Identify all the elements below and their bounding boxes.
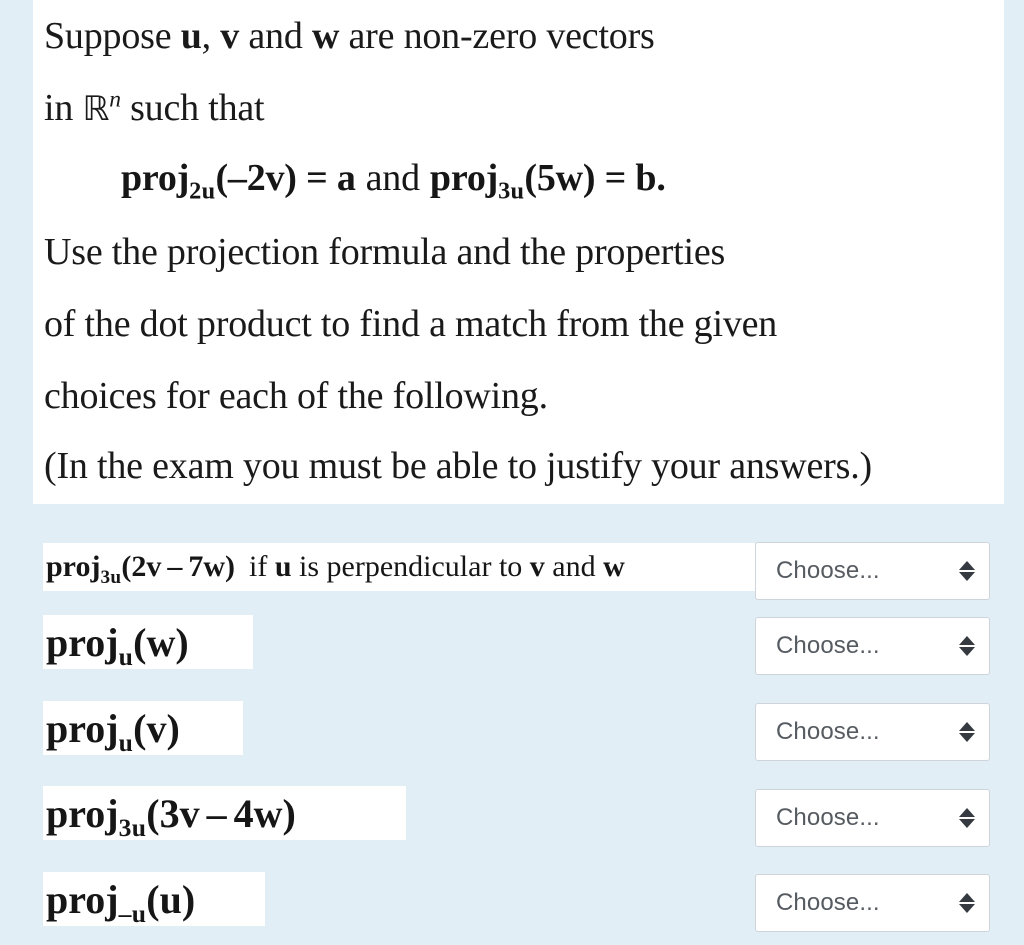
prompt-line-4: Use the projection formula and the prope… [44, 231, 726, 273]
question-label: proj3u(2v –7w) if u is perpendicular to v… [43, 543, 755, 591]
prompt-text: Suppose [44, 15, 181, 57]
vector-v: v [220, 15, 240, 57]
equals-sign: = [595, 157, 636, 199]
question-formula: proju(v) [46, 705, 180, 755]
answer-select-q2[interactable]: Choose... [755, 617, 990, 675]
proj-subscript: 3u [100, 567, 122, 588]
prompt-line-5: of the dot product to find a match from … [44, 303, 778, 345]
arg-open: (3 [146, 790, 180, 836]
proj-operator: proj [46, 790, 119, 836]
prompt-line-6: choices for each of the following. [44, 375, 548, 417]
minus-sign: – [206, 790, 227, 836]
arg-close: ) [282, 790, 296, 836]
prompt-text: in [44, 87, 83, 129]
minus-sign: – [167, 550, 183, 583]
proj-operator: proj [46, 705, 119, 751]
prompt-text: such that [120, 87, 265, 129]
given-formula: proj2u(–2v) = a and proj3u(5w) = b. [121, 157, 666, 203]
proj-subscript: 3u [498, 177, 525, 205]
condition-text: is perpendicular to [291, 550, 530, 583]
prompt-text: , [201, 15, 221, 57]
answer-select-q5[interactable]: Choose... [755, 874, 990, 932]
condition-text: and [544, 550, 604, 583]
question-label: proj–u(u) [43, 872, 265, 926]
updown-arrows-icon [959, 558, 975, 584]
arg-open: ( [133, 619, 147, 665]
updown-arrows-icon [959, 633, 975, 659]
proj-subscript: 3u [118, 812, 147, 840]
prompt-line-7: (In the exam you must be able to justify… [44, 445, 872, 487]
real-numbers-symbol: ℝ [82, 89, 110, 129]
arg-close: ) [166, 705, 180, 751]
vector-w: w [203, 550, 225, 583]
arg-close: ) [225, 550, 235, 583]
proj-subscript: u [118, 727, 134, 755]
proj-subscript: 2u [189, 177, 216, 205]
arg-open: (2 [121, 550, 147, 583]
question-formula: proj3u(2v –7w) [46, 550, 235, 587]
updown-arrows-icon [959, 719, 975, 745]
select-value: Choose... [776, 718, 880, 745]
proj-subscript: –u [118, 898, 147, 926]
proj-argument: (–2v) [215, 157, 297, 199]
dimension-exponent: n [109, 86, 121, 113]
equals-sign: = [296, 157, 337, 199]
prompt-line-1: Suppose u, v and w are non-zero vectors [44, 16, 655, 56]
question-label: proju(v) [43, 701, 243, 755]
vector-v: v [179, 790, 200, 836]
vector-w: w [146, 619, 176, 665]
arg-close: ) [175, 619, 189, 665]
vector-u: u [180, 15, 202, 57]
vector-w: w [311, 15, 340, 57]
select-value: Choose... [776, 557, 880, 584]
proj-operator: proj [121, 157, 190, 199]
proj-operator: proj [429, 157, 499, 199]
prompt-text: and [239, 15, 312, 57]
select-value: Choose... [776, 804, 880, 831]
result-b: b. [635, 157, 666, 199]
question-formula: proju(w) [46, 619, 189, 669]
prompt-panel: Suppose u, v and w are non-zero vectors … [33, 0, 1004, 504]
coefficient: 4 [233, 790, 254, 836]
answer-select-q3[interactable]: Choose... [755, 703, 990, 761]
select-value: Choose... [776, 632, 880, 659]
updown-arrows-icon [959, 805, 975, 831]
vector-w: w [603, 550, 625, 583]
arg-open: ( [146, 876, 160, 922]
result-a: a [336, 157, 356, 199]
vector-w: w [253, 790, 283, 836]
vector-v: v [146, 550, 162, 583]
question-condition: if u is perpendicular to v and w [235, 550, 625, 584]
conjunction-and: and [365, 157, 420, 199]
proj-subscript: u [118, 641, 134, 669]
prompt-line-2: in ℝn such that [44, 86, 265, 129]
question-label: proj3u(3v –4w) [43, 786, 406, 840]
proj-operator: proj [46, 876, 119, 922]
condition-text: if [249, 550, 275, 583]
question-label: proju(w) [43, 615, 253, 669]
answer-select-q1[interactable]: Choose... [755, 542, 990, 600]
proj-operator: proj [46, 550, 101, 583]
arg-close: ) [181, 876, 196, 922]
arg-open: ( [133, 705, 147, 751]
updown-arrows-icon [959, 890, 975, 916]
vector-u: u [274, 550, 292, 583]
vector-v: v [146, 705, 167, 751]
question-formula: proj–u(u) [46, 876, 196, 926]
vector-v: v [529, 550, 545, 583]
select-value: Choose... [776, 889, 880, 916]
answer-select-q4[interactable]: Choose... [755, 789, 990, 847]
coefficient: 7 [188, 550, 204, 583]
vector-u: u [159, 876, 182, 922]
proj-operator: proj [46, 619, 119, 665]
proj-argument: (5w) [524, 157, 596, 199]
question-formula: proj3u(3v –4w) [46, 790, 296, 840]
prompt-text: are non-zero vectors [339, 15, 655, 57]
